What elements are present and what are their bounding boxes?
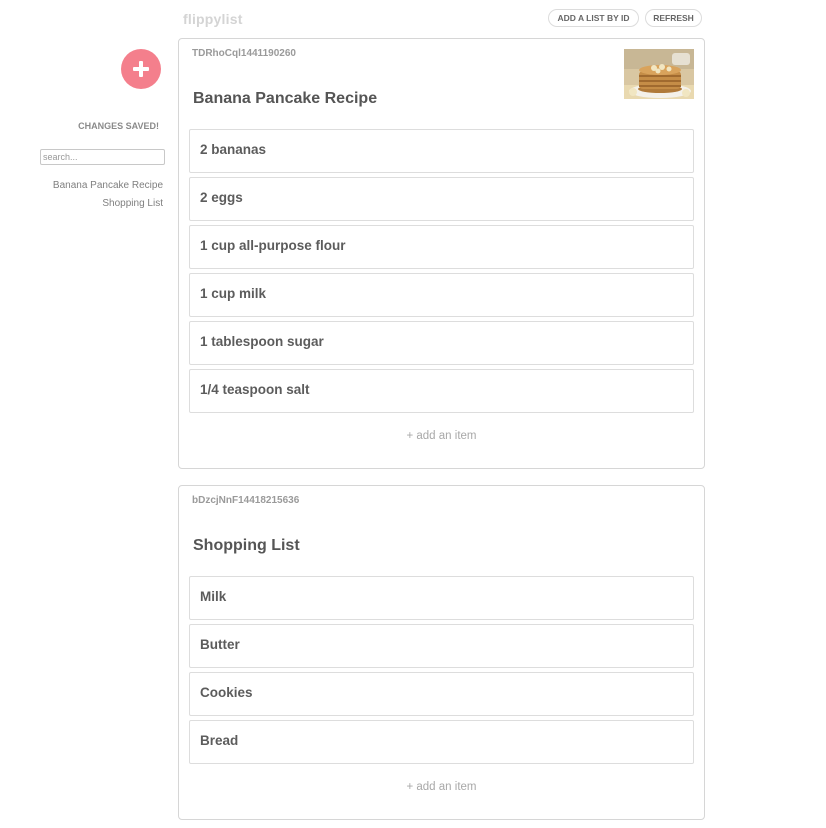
list-items: 2 bananas 2 eggs 1 cup all-purpose flour… bbox=[189, 129, 694, 417]
list-item-text[interactable]: 2 bananas bbox=[200, 142, 266, 157]
list-item-text[interactable]: 1 cup milk bbox=[200, 286, 266, 301]
list-item-text[interactable]: 2 eggs bbox=[200, 190, 243, 205]
list-item-text[interactable]: Cookies bbox=[200, 685, 253, 700]
list-item[interactable]: 1/4 teaspoon salt bbox=[189, 369, 694, 413]
list-item[interactable]: 2 eggs bbox=[189, 177, 694, 221]
plus-icon-vertical bbox=[139, 61, 143, 77]
list-card-banana-pancake-recipe: TDRhoCql1441190260 Banana Pancake Recipe… bbox=[178, 38, 705, 469]
sidebar-list-nav: Banana Pancake Recipe Shopping List bbox=[53, 177, 163, 213]
list-image-pancakes bbox=[624, 49, 694, 99]
list-item-text[interactable]: Milk bbox=[200, 589, 226, 604]
add-item-link[interactable]: + add an item bbox=[179, 430, 704, 442]
list-items: Milk Butter Cookies Bread bbox=[189, 576, 694, 768]
list-title[interactable]: Banana Pancake Recipe bbox=[193, 90, 377, 108]
list-item[interactable]: 1 cup milk bbox=[189, 273, 694, 317]
save-status: CHANGES SAVED! bbox=[78, 121, 159, 131]
add-list-button[interactable] bbox=[121, 49, 161, 89]
list-item-text[interactable]: Bread bbox=[200, 733, 238, 748]
add-item-link[interactable]: + add an item bbox=[179, 781, 704, 793]
search-input[interactable] bbox=[40, 149, 165, 165]
list-item[interactable]: Milk bbox=[189, 576, 694, 620]
list-id: TDRhoCql1441190260 bbox=[192, 48, 296, 59]
list-item[interactable]: Cookies bbox=[189, 672, 694, 716]
list-item[interactable]: Butter bbox=[189, 624, 694, 668]
refresh-button[interactable]: REFRESH bbox=[645, 9, 702, 27]
app-logo[interactable]: flippylist bbox=[183, 11, 243, 27]
list-item[interactable]: 1 cup all-purpose flour bbox=[189, 225, 694, 269]
pancake-stack-image bbox=[624, 49, 694, 99]
list-id: bDzcjNnF14418215636 bbox=[192, 495, 300, 506]
list-item[interactable]: 2 bananas bbox=[189, 129, 694, 173]
list-item-text[interactable]: Butter bbox=[200, 637, 240, 652]
sidebar-link-shopping-list[interactable]: Shopping List bbox=[53, 195, 163, 213]
list-item[interactable]: Bread bbox=[189, 720, 694, 764]
sidebar-link-banana-pancake-recipe[interactable]: Banana Pancake Recipe bbox=[53, 177, 163, 195]
add-list-by-id-button[interactable]: ADD A LIST BY ID bbox=[548, 9, 639, 27]
list-item[interactable]: 1 tablespoon sugar bbox=[189, 321, 694, 365]
list-item-text[interactable]: 1 cup all-purpose flour bbox=[200, 238, 346, 253]
list-item-text[interactable]: 1/4 teaspoon salt bbox=[200, 382, 310, 397]
list-item-text[interactable]: 1 tablespoon sugar bbox=[200, 334, 324, 349]
list-card-shopping-list: bDzcjNnF14418215636 Shopping List Milk B… bbox=[178, 485, 705, 820]
list-title[interactable]: Shopping List bbox=[193, 537, 300, 555]
